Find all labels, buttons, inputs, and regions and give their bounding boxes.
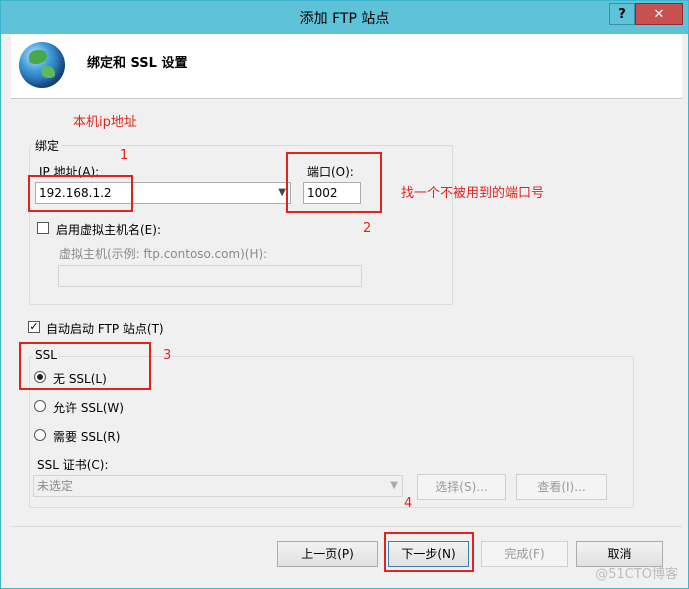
close-button[interactable]: ✕ [635, 3, 683, 25]
dialog-window: 添加 FTP 站点 ? ✕ 绑定和 SSL 设置 本机ip地址 绑定 1 IP … [0, 0, 689, 589]
window-title: 添加 FTP 站点 [299, 11, 390, 27]
ssl-option-allow-label: 允许 SSL(W) [53, 401, 124, 415]
annotation-unused-port: 找一个不被用到的端口号 [401, 186, 545, 201]
view-cert-button[interactable]: 查看(I)... [516, 474, 607, 500]
ssl-cert-select[interactable]: 未选定 ▼ [33, 475, 403, 497]
ssl-cert-value: 未选定 [37, 479, 74, 493]
ssl-cert-label: SSL 证书(C): [37, 458, 109, 472]
virtual-host-label: 虚拟主机(示例: ftp.contoso.com)(H): [59, 247, 268, 261]
ssl-option-allow-radio[interactable] [34, 400, 46, 412]
virtual-host-input[interactable] [58, 265, 362, 287]
wizard-content: 本机ip地址 绑定 1 IP 地址(A): 192.168.1.2 ▼ 端口(O… [11, 99, 682, 526]
title-bar[interactable]: 添加 FTP 站点 ? ✕ [1, 1, 688, 34]
highlight-box-port [286, 152, 382, 213]
footer-divider [11, 526, 682, 527]
select-cert-button[interactable]: 选择(S)... [417, 474, 506, 500]
annotation-number-3: 3 [163, 348, 172, 363]
page-title: 绑定和 SSL 设置 [87, 56, 188, 71]
highlight-box-ip [28, 175, 133, 212]
chevron-down-icon[interactable]: ▼ [390, 476, 398, 496]
ssl-option-none-radio[interactable] [34, 371, 46, 383]
autostart-label: 自动启动 FTP 站点(T) [46, 322, 164, 336]
highlight-box-next [384, 532, 474, 572]
binding-group-label: 绑定 [33, 137, 62, 154]
previous-button[interactable]: 上一页(P) [277, 541, 378, 567]
virtual-host-checkbox-label: 启用虚拟主机名(E): [56, 223, 161, 237]
wizard-header: 绑定和 SSL 设置 [11, 34, 682, 99]
finish-button[interactable]: 完成(F) [481, 541, 568, 567]
help-button[interactable]: ? [609, 3, 635, 25]
annotation-number-1: 1 [120, 148, 129, 163]
annotation-number-4: 4 [404, 496, 413, 511]
ssl-option-require-radio[interactable] [34, 429, 46, 441]
globe-icon [19, 42, 65, 88]
virtual-host-checkbox[interactable] [37, 222, 49, 234]
annotation-number-2: 2 [363, 221, 372, 236]
ssl-option-require-label: 需要 SSL(R) [53, 430, 121, 444]
ssl-option-none-label: 无 SSL(L) [53, 372, 107, 386]
autostart-checkbox[interactable]: ✓ [28, 321, 40, 333]
chevron-down-icon[interactable]: ▼ [278, 183, 286, 203]
watermark: @51CTO博客 [595, 567, 678, 582]
annotation-local-ip: 本机ip地址 [73, 115, 137, 130]
